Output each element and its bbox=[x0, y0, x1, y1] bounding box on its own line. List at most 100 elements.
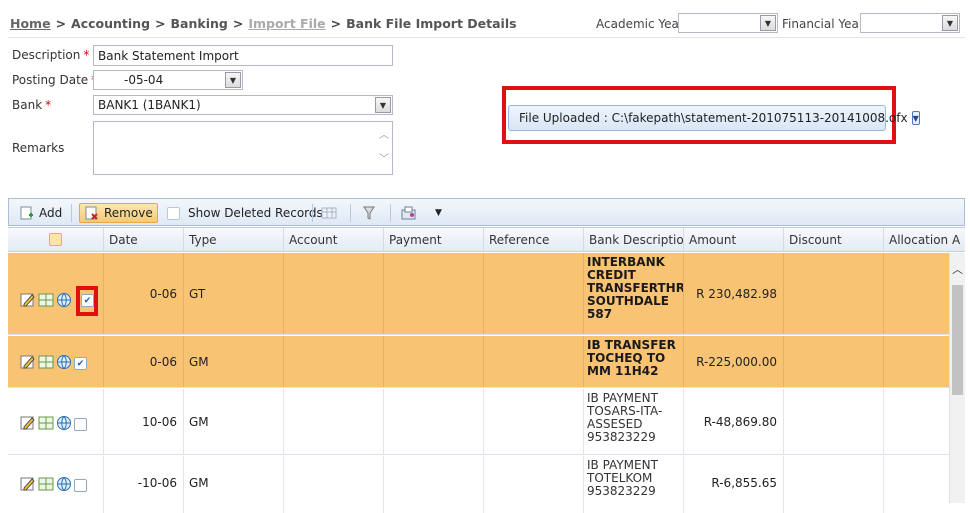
amount-cell: R-225,000.00 bbox=[683, 336, 783, 387]
row-bank-description: IB PAYMENT TOTELKOM 953823229 bbox=[587, 458, 658, 498]
account-cell bbox=[283, 389, 383, 454]
filter-icon bbox=[361, 205, 377, 221]
academic-year-select[interactable]: ▼ bbox=[678, 13, 778, 33]
financial-year-select[interactable]: ▼ bbox=[860, 13, 960, 33]
split-icon[interactable] bbox=[38, 415, 54, 434]
posting-date-field[interactable]: -05-04 ▼ bbox=[93, 70, 243, 90]
edit-icon[interactable] bbox=[20, 292, 36, 311]
checkbox-icon[interactable]: ✔ bbox=[81, 294, 94, 307]
row-actions: ✔ bbox=[20, 286, 98, 316]
column-header-amount[interactable]: Amount bbox=[683, 228, 783, 252]
bank-value: BANK1 (1BANK1) bbox=[98, 98, 201, 112]
breadcrumb-separator: > bbox=[232, 16, 244, 31]
bank-description-cell: IB PAYMENT TOSARS-ITA-ASSESED 953823229 bbox=[583, 389, 683, 454]
breadcrumb-separator: > bbox=[330, 16, 342, 31]
academic-year-label: Academic Year bbox=[596, 17, 684, 31]
account-cell bbox=[283, 336, 383, 387]
checkbox-icon[interactable]: ✔ bbox=[74, 357, 87, 370]
table-row[interactable]: -10-06 GM IB PAYMENT TOTELKOM 953823229 … bbox=[8, 456, 949, 513]
amount-cell: R-6,855.65 bbox=[683, 456, 783, 513]
column-header-allocation[interactable]: Allocation A bbox=[883, 228, 965, 252]
row-amount: R-225,000.00 bbox=[696, 355, 777, 369]
show-deleted-toggle[interactable]: Show Deleted Records bbox=[167, 203, 323, 223]
split-icon[interactable] bbox=[38, 476, 54, 495]
column-header-reference[interactable]: Reference bbox=[483, 228, 583, 252]
edit-icon[interactable] bbox=[20, 354, 36, 373]
bank-select[interactable]: BANK1 (1BANK1) ▼ bbox=[93, 95, 393, 115]
checkbox-icon[interactable] bbox=[167, 206, 180, 220]
date-cell: -10-06 bbox=[103, 456, 183, 513]
chevron-down-icon[interactable]: ▼ bbox=[760, 15, 776, 31]
remove-button[interactable]: Remove bbox=[79, 203, 158, 223]
column-header-account[interactable]: Account bbox=[283, 228, 383, 252]
globe-icon[interactable] bbox=[56, 476, 72, 495]
file-uploaded-indicator[interactable]: File Uploaded : C:\fakepath\statement-20… bbox=[508, 105, 920, 131]
allocation-cell bbox=[883, 389, 949, 454]
breadcrumb: Home > Accounting > Banking > Import File > Bank… bbox=[10, 16, 517, 31]
chevron-up-icon[interactable]: ︿ bbox=[952, 261, 963, 277]
discount-cell bbox=[783, 253, 883, 334]
description-field[interactable]: Bank Statement Import bbox=[93, 45, 393, 66]
split-icon[interactable] bbox=[38, 354, 54, 373]
page-title: Bank File Import Details bbox=[346, 16, 517, 31]
chevron-down-icon[interactable]: ▼ bbox=[911, 111, 920, 125]
checkbox-icon[interactable] bbox=[74, 418, 87, 431]
allocation-cell bbox=[883, 456, 949, 513]
remarks-textarea[interactable]: ︿ ﹀ bbox=[93, 121, 393, 175]
chevron-down-icon[interactable]: ▼ bbox=[942, 15, 958, 31]
payment-cell bbox=[383, 336, 483, 387]
column-header-type[interactable]: Type bbox=[183, 228, 283, 252]
date-cell: 10-06 bbox=[103, 389, 183, 454]
add-button[interactable]: Add bbox=[19, 203, 62, 223]
row-amount: R 230,482.98 bbox=[696, 287, 777, 301]
column-header-bank-description[interactable]: Bank Description bbox=[583, 228, 683, 252]
globe-icon[interactable] bbox=[56, 354, 72, 373]
grid-header: Date Type Account Payment Reference Bank… bbox=[8, 227, 965, 252]
grid-scrollbar[interactable]: ︿ bbox=[949, 253, 965, 503]
export-button[interactable]: ▼ bbox=[401, 203, 442, 223]
chevron-down-icon[interactable]: ▼ bbox=[435, 208, 442, 218]
breadcrumb-home[interactable]: Home bbox=[10, 16, 51, 31]
row-amount: R-48,869.80 bbox=[703, 415, 777, 429]
columns-button[interactable] bbox=[321, 203, 341, 223]
globe-icon[interactable] bbox=[56, 415, 72, 434]
bank-description-cell: IB PAYMENT TOTELKOM 953823229 bbox=[583, 456, 683, 513]
filter-button[interactable] bbox=[361, 203, 381, 223]
edit-icon[interactable] bbox=[20, 476, 36, 495]
checkbox-icon[interactable] bbox=[49, 233, 62, 246]
breadcrumb-banking: Banking bbox=[170, 16, 228, 31]
posting-date-label: Posting Date* bbox=[12, 73, 97, 87]
globe-icon[interactable] bbox=[56, 292, 72, 311]
column-header-date[interactable]: Date bbox=[103, 228, 183, 252]
checkbox-icon[interactable] bbox=[74, 479, 87, 492]
split-icon[interactable] bbox=[38, 292, 54, 311]
row-date: 0-06 bbox=[149, 287, 177, 301]
posting-date-value: -05-04 bbox=[124, 73, 164, 87]
breadcrumb-accounting: Accounting bbox=[71, 16, 151, 31]
row-type: GM bbox=[189, 355, 209, 369]
account-cell bbox=[283, 456, 383, 513]
scrollbar-thumb[interactable] bbox=[952, 285, 963, 395]
amount-cell: R-48,869.80 bbox=[683, 389, 783, 454]
row-date: 0-06 bbox=[149, 355, 177, 369]
divider bbox=[8, 37, 965, 38]
toolbar-separator bbox=[350, 204, 351, 222]
column-header-discount[interactable]: Discount bbox=[783, 228, 883, 252]
chevron-down-icon[interactable]: ▼ bbox=[375, 97, 391, 113]
breadcrumb-separator: > bbox=[55, 16, 67, 31]
column-header-payment[interactable]: Payment bbox=[383, 228, 483, 252]
export-icon bbox=[401, 205, 417, 221]
toolbar-separator bbox=[390, 204, 391, 222]
scroll-up-icon[interactable]: ︿ bbox=[379, 126, 389, 141]
table-row[interactable]: ✔ 0-06 GT INTERBANK CREDIT TRANSFERTHREE… bbox=[8, 253, 949, 335]
discount-cell bbox=[783, 456, 883, 513]
breadcrumb-import-file[interactable]: Import File bbox=[248, 16, 325, 31]
table-row[interactable]: ✔ 0-06 GM IB TRANSFER TOCHEQ TO MM 11H42… bbox=[8, 336, 949, 388]
chevron-down-icon[interactable]: ▼ bbox=[225, 72, 241, 88]
edit-icon[interactable] bbox=[20, 415, 36, 434]
table-row[interactable]: 10-06 GM IB PAYMENT TOSARS-ITA-ASSESED 9… bbox=[8, 389, 949, 455]
scroll-down-icon[interactable]: ﹀ bbox=[379, 150, 389, 165]
date-cell: 0-06 bbox=[103, 253, 183, 334]
header-select-all[interactable] bbox=[8, 228, 103, 252]
reference-cell bbox=[483, 456, 583, 513]
